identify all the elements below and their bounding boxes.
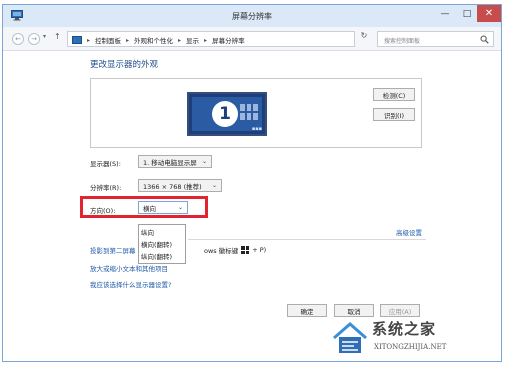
display-select[interactable]: 1. 移动电脑显示屏 ⌄ <box>138 155 212 168</box>
windows-logo-icon <box>241 246 250 254</box>
divider <box>188 239 426 240</box>
identify-button[interactable]: 识别(I) <box>373 108 415 121</box>
breadcrumb-resolution[interactable]: 屏幕分辨率 <box>212 35 245 45</box>
chevron-right-icon[interactable]: ▸ <box>178 37 181 44</box>
refresh-button[interactable]: ↻ <box>357 31 371 47</box>
cancel-button[interactable]: 取消 <box>334 304 374 317</box>
address-box[interactable]: ▸ 控制面板 ▸ 外观和个性化 ▸ 显示 ▸ 屏幕分辨率 ▾ <box>67 31 407 47</box>
back-button[interactable]: ← <box>12 33 24 45</box>
navigation-bar: ← → ▾ ↑ ▸ 控制面板 ▸ 外观和个性化 ▸ 显示 ▸ 屏幕分辨率 ▾ ↻… <box>3 27 501 51</box>
orientation-option-portrait[interactable]: 纵向 <box>139 226 185 238</box>
breadcrumb: ▸ 控制面板 ▸ 外观和个性化 ▸ 显示 ▸ 屏幕分辨率 <box>72 35 245 45</box>
detect-button[interactable]: 检测(C) <box>373 88 415 101</box>
watermark: 系统之家 XITONGZHIJIA.NET <box>328 318 504 362</box>
project-second-screen-link[interactable]: 投影到第二屏幕 <box>90 245 136 255</box>
search-input[interactable]: 搜索控制面板 <box>377 31 494 47</box>
watermark-url: XITONGZHIJIA.NET <box>374 343 447 351</box>
ok-button[interactable]: 确定 <box>287 304 327 317</box>
breadcrumb-display[interactable]: 显示 <box>186 35 199 45</box>
apply-button[interactable]: 应用(A) <box>380 304 420 317</box>
recent-locations-icon[interactable]: ▾ <box>43 33 46 40</box>
chevron-right-icon[interactable]: ▸ <box>87 37 90 44</box>
forward-button[interactable]: → <box>28 33 40 45</box>
watermark-title: 系统之家 <box>372 320 437 338</box>
orientation-dropdown-list: 纵向 横向(翻转) 纵向(翻转) <box>138 224 186 264</box>
control-panel-window: 屏幕分辨率 — □ ✕ ← → ▾ ↑ ▸ 控制面板 ▸ 外观和个性化 ▸ 显示… <box>2 4 502 362</box>
resolution-select[interactable]: 1366 × 768 (推荐) ⌄ <box>138 179 222 192</box>
resolution-select-value: 1366 × 768 (推荐) <box>143 182 202 191</box>
window-title: 屏幕分辨率 <box>232 12 272 21</box>
close-button[interactable]: ✕ <box>477 5 501 22</box>
text-size-link[interactable]: 放大或缩小文本和其他项目 <box>90 263 168 273</box>
display-preview-panel: 1 ▪▪▪ 检测(C) 识别(I) <box>90 78 422 148</box>
chevron-right-icon[interactable]: ▸ <box>204 37 207 44</box>
display-select-value: 1. 移动电脑显示屏 <box>143 158 197 167</box>
chevron-right-icon[interactable]: ▸ <box>126 37 129 44</box>
project-hint-text: ows 徽标键 <box>204 247 239 255</box>
monitor-1-preview[interactable]: 1 ▪▪▪ <box>187 92 267 136</box>
monitor-tiles-icon <box>240 104 258 120</box>
orientation-option-landscape-flipped[interactable]: 横向(翻转) <box>139 238 185 250</box>
chevron-down-icon: ⌄ <box>201 158 207 165</box>
search-icon[interactable] <box>480 35 489 44</box>
title-bar[interactable]: 屏幕分辨率 — □ ✕ <box>3 5 501 27</box>
display-settings-help-link[interactable]: 我应该选择什么显示器设置? <box>90 279 171 289</box>
display-label: 显示器(S): <box>90 160 121 168</box>
monitor-number: 1 <box>212 101 238 127</box>
resolution-label: 分辨率(R): <box>90 184 122 192</box>
project-hint-end: + P) <box>252 246 267 254</box>
advanced-settings-link[interactable]: 高级设置 <box>396 227 422 237</box>
house-logo-icon <box>333 322 367 353</box>
taskbar-dots-icon: ▪▪▪ <box>251 126 262 132</box>
minimize-button[interactable]: — <box>434 5 456 22</box>
project-shortcut-hint: ows 徽标键 + P) <box>204 245 266 255</box>
breadcrumb-appearance[interactable]: 外观和个性化 <box>134 35 173 45</box>
breadcrumb-control-panel[interactable]: 控制面板 <box>95 35 121 45</box>
up-level-button[interactable]: ↑ <box>54 32 61 41</box>
maximize-button[interactable]: □ <box>456 5 478 22</box>
search-placeholder: 搜索控制面板 <box>384 38 421 45</box>
orientation-option-portrait-flipped[interactable]: 纵向(翻转) <box>139 250 185 262</box>
chevron-down-icon: ⌄ <box>211 182 217 189</box>
page-title: 更改显示器的外观 <box>90 60 159 70</box>
highlight-box <box>80 196 208 218</box>
control-panel-icon <box>72 36 82 44</box>
